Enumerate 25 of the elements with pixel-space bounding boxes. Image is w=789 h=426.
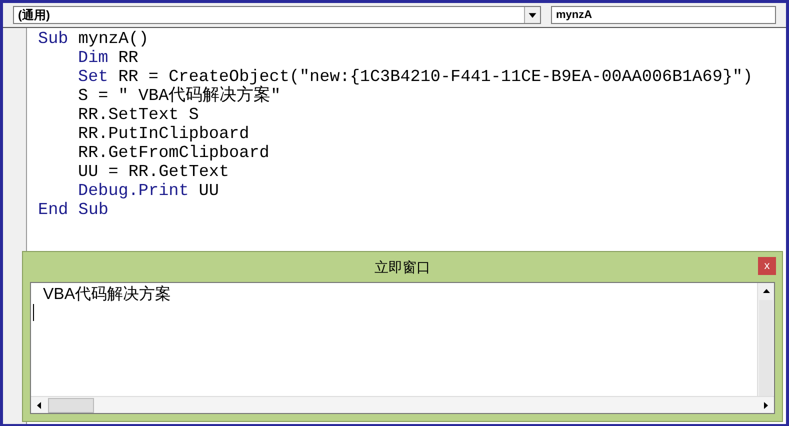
code-text: RR.GetFromClipboard [78,144,270,163]
code-keyword: Dim [78,49,108,68]
code-text: RR.SetText S [78,106,199,125]
object-dropdown[interactable]: (通用) [13,6,541,24]
code-text: S = " VBA代码解决方案" [78,87,281,106]
vertical-scrollbar[interactable] [757,283,774,396]
window-title: 立即窗口 [374,258,430,276]
dropdown-value: mynzA [555,8,594,23]
close-button[interactable]: x [758,257,776,275]
code-text: UU [198,182,219,201]
text-cursor [33,304,34,321]
dropdown-value: (通用) [17,7,51,23]
code-keyword: Debug.Print [78,182,189,201]
procedure-dropdown[interactable]: mynzA [551,6,776,24]
code-keyword: Sub [38,30,68,49]
code-text: RR = CreateObject("new:{1C3B4210-F441-11CE-B9EA-00AA006B1A69}") [118,68,753,87]
code-keyword: End Sub [38,201,108,220]
code-text: UU = RR.GetText [78,163,230,182]
code-text: mynzA() [78,30,149,49]
scroll-thumb[interactable] [48,398,94,412]
code-text: RR.PutInClipboard [78,125,250,144]
code-keyword: Set [78,68,108,87]
output-line: VBA代码解决方案 [43,285,172,304]
code-text: RR [118,49,138,68]
horizontal-scrollbar[interactable] [31,396,774,413]
